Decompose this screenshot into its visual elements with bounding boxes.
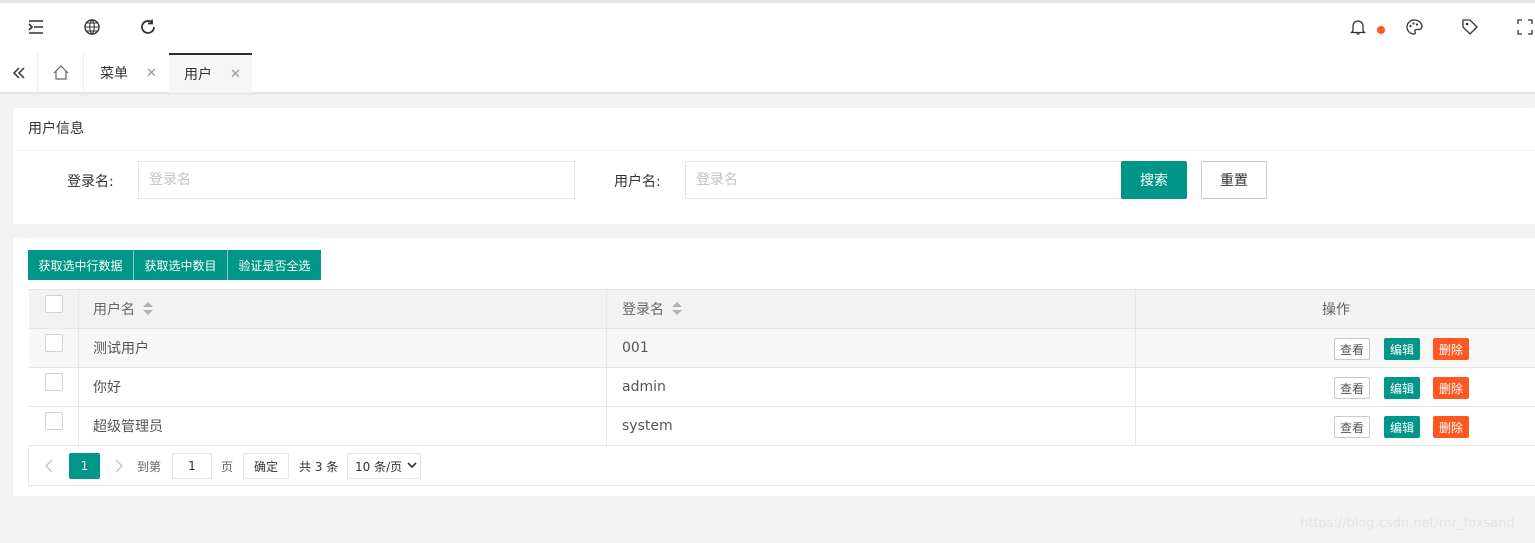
header-checkbox-cell bbox=[29, 290, 79, 328]
user-name-label: 用户名: bbox=[614, 174, 661, 190]
row-checkbox[interactable] bbox=[44, 412, 63, 430]
tab-home[interactable] bbox=[38, 53, 84, 93]
fullscreen-icon[interactable] bbox=[1515, 17, 1535, 37]
cell-login: 001 bbox=[607, 329, 1136, 367]
tab-scroll-left-button[interactable] bbox=[0, 53, 38, 93]
next-page-icon[interactable] bbox=[109, 453, 129, 479]
edit-button[interactable]: 编辑 bbox=[1384, 338, 1420, 360]
reset-button[interactable]: 重置 bbox=[1201, 161, 1267, 199]
goto-page-input[interactable] bbox=[172, 453, 212, 479]
view-button[interactable]: 查看 bbox=[1334, 416, 1370, 438]
cell-username: 测试用户 bbox=[79, 329, 607, 367]
column-label: 用户名 bbox=[93, 302, 135, 318]
globe-icon[interactable] bbox=[82, 17, 102, 37]
edit-button[interactable]: 编辑 bbox=[1384, 377, 1420, 399]
login-name-label: 登录名: bbox=[67, 174, 114, 190]
tab-bar: 菜单 ✕ 用户 ✕ bbox=[0, 53, 1535, 93]
close-icon[interactable]: ✕ bbox=[230, 67, 241, 82]
cell-actions: 查看 编辑 删除 bbox=[1136, 407, 1535, 445]
column-header-login[interactable]: 登录名 bbox=[607, 290, 1136, 328]
login-name-input[interactable] bbox=[138, 161, 575, 199]
check-all-selected-button[interactable]: 验证是否全选 bbox=[228, 250, 321, 280]
menu-fold-icon[interactable] bbox=[26, 17, 46, 37]
chevron-down-icon bbox=[407, 462, 417, 469]
card-title: 用户信息 bbox=[13, 108, 1535, 151]
column-label: 登录名 bbox=[622, 302, 664, 318]
get-selected-rows-button[interactable]: 获取选中行数据 bbox=[28, 250, 134, 280]
palette-icon[interactable] bbox=[1404, 17, 1424, 37]
refresh-icon[interactable] bbox=[138, 17, 158, 37]
double-chevron-left-icon bbox=[12, 67, 25, 79]
bell-icon[interactable] bbox=[1348, 17, 1368, 37]
prev-page-icon[interactable] bbox=[39, 453, 59, 479]
row-checkbox-cell bbox=[29, 407, 79, 445]
cell-actions: 查看 编辑 删除 bbox=[1136, 329, 1535, 367]
notification-dot bbox=[1377, 26, 1385, 34]
row-checkbox[interactable] bbox=[44, 373, 63, 391]
row-checkbox[interactable] bbox=[44, 334, 63, 352]
tab-user[interactable]: 用户 ✕ bbox=[169, 53, 252, 93]
cell-username: 超级管理员 bbox=[79, 407, 607, 445]
table-row[interactable]: 超级管理员 system 查看 编辑 删除 bbox=[29, 407, 1535, 446]
tab-menu[interactable]: 菜单 ✕ bbox=[85, 53, 169, 93]
sort-icon[interactable] bbox=[143, 302, 153, 316]
user-table: 用户名 登录名 操作 测试用户 001 查看 编辑 删除 你好 admin 查看… bbox=[28, 289, 1535, 446]
page-number-current[interactable]: 1 bbox=[69, 453, 100, 479]
user-name-input[interactable] bbox=[685, 161, 1122, 199]
tab-label: 用户 bbox=[184, 67, 212, 83]
row-checkbox-cell bbox=[29, 329, 79, 367]
select-all-checkbox[interactable] bbox=[44, 295, 63, 313]
page-size-value: 10 条/页 bbox=[355, 459, 403, 474]
sort-icon[interactable] bbox=[672, 302, 682, 316]
delete-button[interactable]: 删除 bbox=[1433, 338, 1469, 360]
view-button[interactable]: 查看 bbox=[1334, 377, 1370, 399]
delete-button[interactable]: 删除 bbox=[1433, 416, 1469, 438]
cell-login: admin bbox=[607, 368, 1136, 406]
table-row[interactable]: 你好 admin 查看 编辑 删除 bbox=[29, 368, 1535, 407]
view-button[interactable]: 查看 bbox=[1334, 338, 1370, 360]
cell-login: system bbox=[607, 407, 1136, 445]
page-unit-label: 页 bbox=[221, 459, 234, 474]
row-checkbox-cell bbox=[29, 368, 79, 406]
cell-username: 你好 bbox=[79, 368, 607, 406]
tag-icon[interactable] bbox=[1460, 17, 1480, 37]
tab-label: 菜单 bbox=[100, 66, 128, 82]
goto-confirm-button[interactable]: 确定 bbox=[243, 453, 289, 479]
page-size-select[interactable]: 10 条/页 bbox=[347, 453, 421, 479]
table-header-row: 用户名 登录名 操作 bbox=[29, 290, 1535, 329]
delete-button[interactable]: 删除 bbox=[1433, 377, 1469, 399]
watermark: https://blog.csdn.net/mr_foxsand bbox=[1300, 516, 1515, 531]
pagination: 1 到第 页 确定 共 3 条 10 条/页 bbox=[28, 446, 1535, 486]
close-icon[interactable]: ✕ bbox=[146, 66, 157, 81]
home-icon bbox=[53, 65, 68, 80]
column-header-actions: 操作 bbox=[1322, 302, 1350, 318]
cell-actions: 查看 编辑 删除 bbox=[1136, 368, 1535, 406]
search-button[interactable]: 搜索 bbox=[1121, 161, 1187, 199]
goto-label: 到第 bbox=[137, 459, 162, 474]
top-header bbox=[0, 0, 1535, 53]
edit-button[interactable]: 编辑 bbox=[1384, 416, 1420, 438]
get-selected-count-button[interactable]: 获取选中数目 bbox=[134, 250, 228, 280]
table-row[interactable]: 测试用户 001 查看 编辑 删除 bbox=[29, 329, 1535, 368]
column-header-username[interactable]: 用户名 bbox=[79, 290, 607, 328]
total-count: 共 3 条 bbox=[299, 459, 339, 474]
